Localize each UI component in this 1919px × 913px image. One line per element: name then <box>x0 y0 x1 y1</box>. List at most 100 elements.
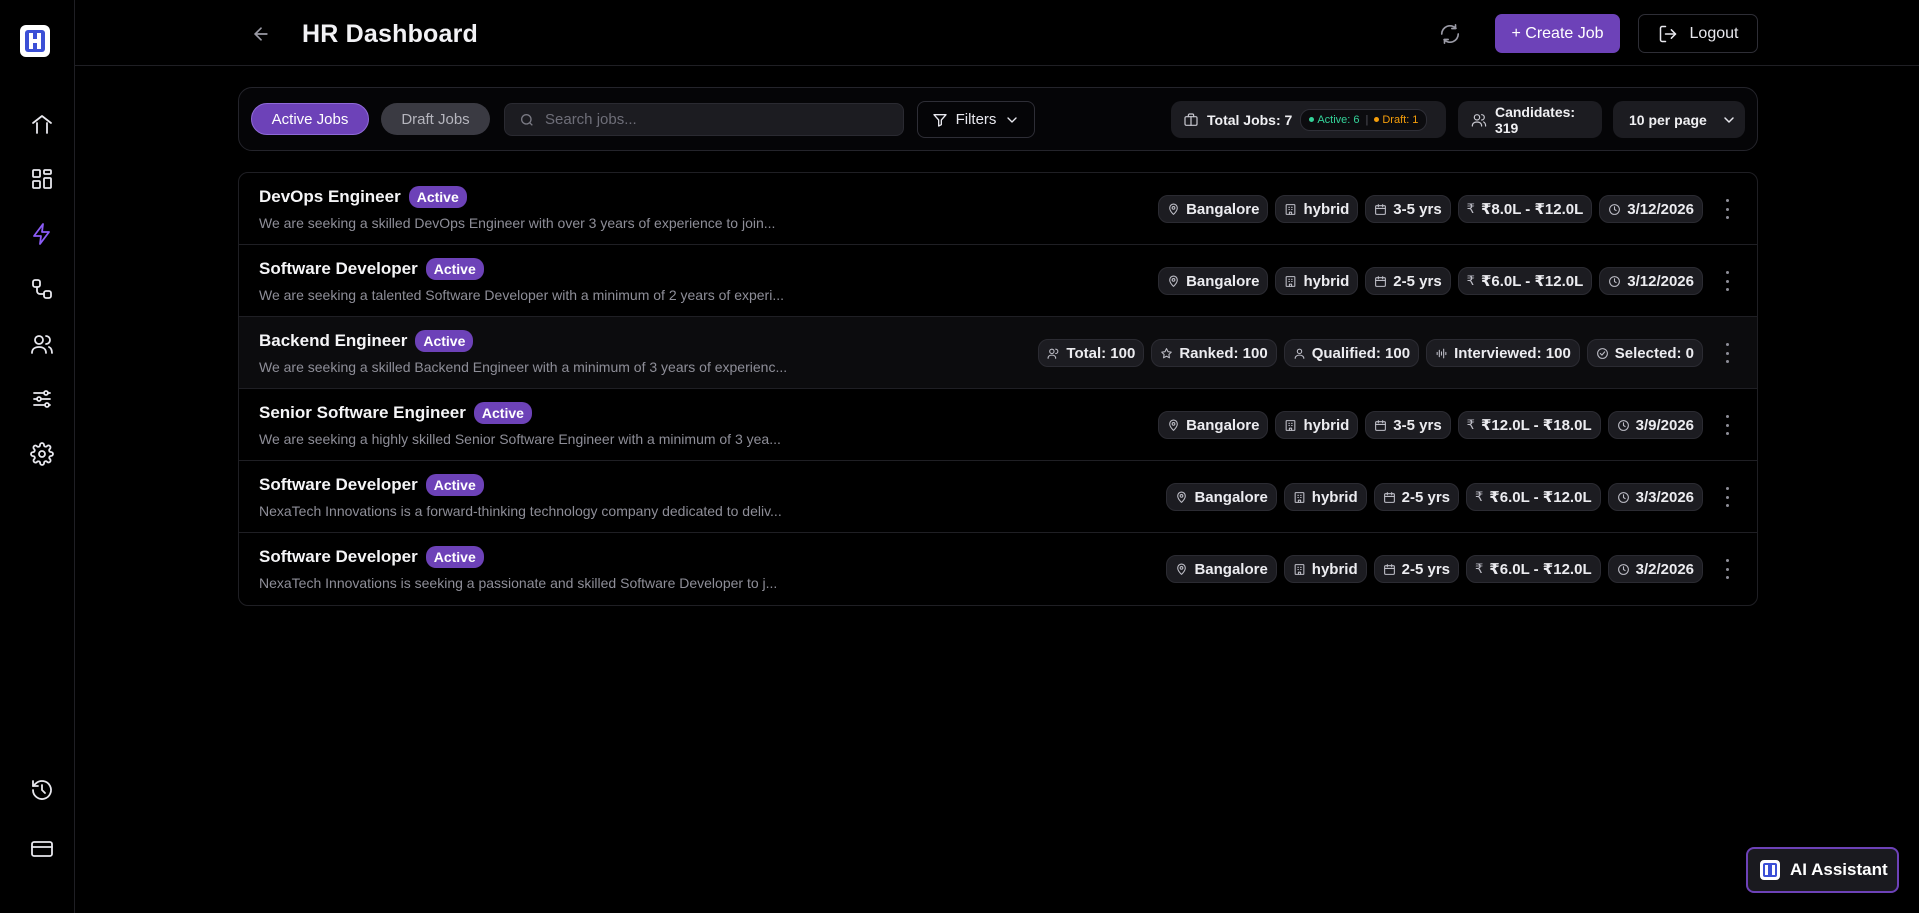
back-arrow-icon[interactable] <box>247 20 275 48</box>
status-badge: Active <box>408 186 467 208</box>
location-chip: Bangalore <box>1166 483 1277 511</box>
job-description: NexaTech Innovations is a forward-thinki… <box>259 503 782 519</box>
date-chip: 3/2/2026 <box>1607 555 1703 583</box>
more-options-icon[interactable] <box>1723 343 1731 363</box>
logout-label: Logout <box>1689 24 1739 42</box>
location-chip: Bangalore <box>1166 555 1277 583</box>
history-icon[interactable] <box>26 774 58 806</box>
experience-chip: 2-5 yrs <box>1373 483 1460 511</box>
filters-button[interactable]: Filters <box>917 101 1035 138</box>
map-pin-icon <box>1169 275 1178 287</box>
workflow-icon[interactable] <box>26 273 58 305</box>
status-badge: Active <box>425 258 484 280</box>
dashboard-grid-icon[interactable] <box>26 163 58 195</box>
experience-chip: 2-5 yrs <box>1365 267 1451 295</box>
total-jobs-stat: Total Jobs: 7 Active: 6 | Draft: 1 <box>1171 101 1446 138</box>
logout-icon <box>1659 25 1676 42</box>
job-row[interactable]: Software Developer Active NexaTech Innov… <box>239 461 1757 533</box>
building-icon <box>1286 203 1296 215</box>
job-description: We are seeking a skilled DevOps Engineer… <box>259 215 776 231</box>
tab-active-jobs[interactable]: Active Jobs <box>251 103 369 135</box>
home-icon[interactable] <box>26 108 58 140</box>
calendar-icon <box>1383 491 1395 503</box>
rupee-icon: ₹ <box>1466 417 1475 432</box>
clock-icon <box>1609 203 1621 215</box>
salary-chip: ₹ ₹6.0L - ₹12.0L <box>1457 267 1593 295</box>
job-title[interactable]: DevOps Engineer <box>259 187 401 207</box>
refresh-icon[interactable] <box>1435 19 1465 49</box>
check-circle-icon <box>1596 347 1608 359</box>
map-pin-icon <box>1177 491 1187 503</box>
candidates-stat: Candidates: 319 <box>1458 101 1602 138</box>
clock-icon <box>1617 419 1629 431</box>
rupee-icon: ₹ <box>1475 489 1484 504</box>
rupee-icon: ₹ <box>1475 561 1484 576</box>
user-icon <box>1294 348 1305 359</box>
job-title[interactable]: Senior Software Engineer <box>259 403 466 423</box>
tab-draft-jobs[interactable]: Draft Jobs <box>381 103 490 135</box>
header: HR Dashboard + Create Job Logout <box>75 0 1919 66</box>
draft-count: Draft: 1 <box>1382 113 1419 126</box>
create-job-button[interactable]: + Create Job <box>1495 14 1620 53</box>
users-icon <box>1047 348 1059 359</box>
app-logo[interactable] <box>20 25 50 57</box>
rupee-icon: ₹ <box>1466 201 1475 216</box>
filters-label: Filters <box>955 111 997 128</box>
building-icon <box>1294 491 1305 503</box>
search-icon <box>521 113 533 126</box>
logout-button[interactable]: Logout <box>1638 14 1758 53</box>
job-title[interactable]: Software Developer <box>259 475 418 495</box>
building-icon <box>1286 419 1296 431</box>
calendar-icon <box>1383 563 1395 575</box>
total-jobs-label: Total Jobs: 7 <box>1207 111 1293 128</box>
lightning-icon[interactable] <box>26 218 58 250</box>
job-title[interactable]: Software Developer <box>259 547 418 567</box>
settings-gear-icon[interactable] <box>26 438 58 470</box>
job-row[interactable]: Backend Engineer Active We are seeking a… <box>239 317 1757 389</box>
salary-chip: ₹ ₹12.0L - ₹18.0L <box>1457 411 1601 439</box>
more-options-icon[interactable] <box>1723 415 1731 435</box>
experience-chip: 3-5 yrs <box>1365 411 1451 439</box>
ranked-chip: Ranked: 100 <box>1151 339 1277 367</box>
search-input[interactable] <box>545 111 885 128</box>
more-options-icon[interactable] <box>1723 487 1731 507</box>
more-options-icon[interactable] <box>1723 271 1731 291</box>
salary-chip: ₹ ₹6.0L - ₹12.0L <box>1466 555 1601 583</box>
job-title[interactable]: Software Developer <box>259 259 418 279</box>
page-title: HR Dashboard <box>302 20 479 48</box>
work-mode-chip: hybrid <box>1283 483 1367 511</box>
job-title[interactable]: Backend Engineer <box>259 331 407 351</box>
candidates-label: Candidates: 319 <box>1494 103 1576 136</box>
chevron-down-icon <box>1724 116 1734 123</box>
users-icon[interactable] <box>26 328 58 360</box>
job-row[interactable]: Software Developer Active We are seeking… <box>239 245 1757 317</box>
credit-card-icon[interactable] <box>26 833 58 865</box>
job-description: We are seeking a skilled Backend Enginee… <box>259 359 788 375</box>
job-row[interactable]: Senior Software Engineer Active We are s… <box>239 389 1757 461</box>
search-box[interactable] <box>504 103 904 136</box>
selected-chip: Selected: 0 <box>1586 339 1703 367</box>
work-mode-chip: hybrid <box>1275 411 1359 439</box>
location-chip: Bangalore <box>1158 411 1269 439</box>
audio-wave-icon <box>1436 348 1447 358</box>
more-options-icon[interactable] <box>1723 559 1731 579</box>
qualified-chip: Qualified: 100 <box>1283 339 1420 367</box>
status-badge: Active <box>425 474 484 496</box>
date-chip: 3/12/2026 <box>1599 267 1703 295</box>
work-mode-chip: hybrid <box>1283 555 1367 583</box>
jobs-toolbar: Active Jobs Draft Jobs Filters Total Job… <box>238 87 1758 151</box>
per-page-select[interactable]: 10 per page <box>1613 101 1745 138</box>
ai-assistant-button[interactable]: AI Assistant <box>1746 847 1899 893</box>
work-mode-chip: hybrid <box>1275 195 1359 223</box>
sliders-icon[interactable] <box>26 383 58 415</box>
more-options-icon[interactable] <box>1723 199 1731 219</box>
job-row[interactable]: Software Developer Active NexaTech Innov… <box>239 533 1757 605</box>
jobs-list: DevOps Engineer Active We are seeking a … <box>238 172 1758 606</box>
chevron-down-icon <box>1007 116 1018 123</box>
status-badge: Active <box>415 330 474 352</box>
status-badge: Active <box>425 546 484 568</box>
job-status-counts: Active: 6 | Draft: 1 <box>1300 108 1428 131</box>
job-row[interactable]: DevOps Engineer Active We are seeking a … <box>239 173 1757 245</box>
total-candidates-chip: Total: 100 <box>1038 339 1145 367</box>
experience-chip: 3-5 yrs <box>1365 195 1451 223</box>
